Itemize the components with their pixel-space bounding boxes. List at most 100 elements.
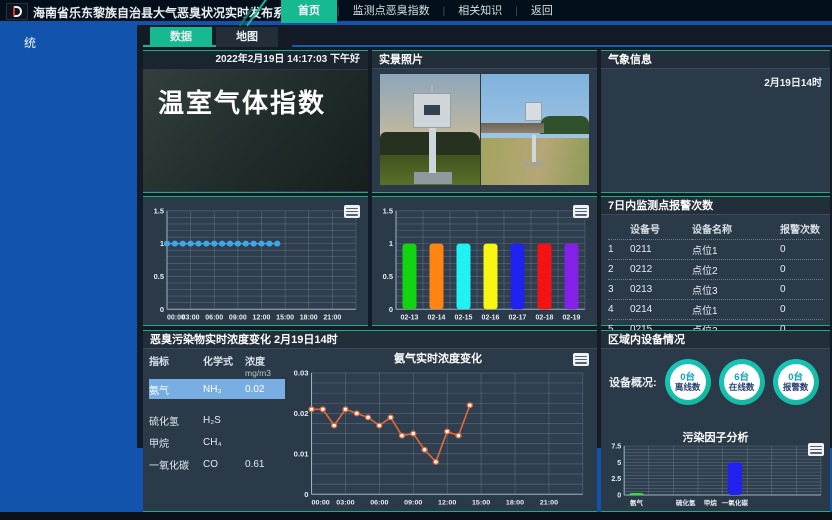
svg-text:一氧化碳: 一氧化碳	[722, 498, 749, 506]
nh3-trend-line-chart: 00.010.020.0300:0003:0006:0009:0012:0015…	[285, 368, 591, 507]
svg-text:0: 0	[617, 492, 621, 499]
col-alarm-count: 报警次数	[780, 219, 823, 240]
tab-data[interactable]: 数据	[150, 27, 212, 47]
weather-panel: 气象信息 2月19日14时	[601, 50, 830, 193]
col-indicator: 指标	[149, 353, 203, 368]
svg-text:5: 5	[617, 460, 621, 467]
top-bar: 海南省乐东黎族自治县大气恶臭状况实时发布系 首页 | 监测点恶臭指数 | 相关知…	[0, 0, 832, 23]
svg-text:2.5: 2.5	[611, 476, 621, 483]
svg-text:06:00: 06:00	[205, 315, 223, 322]
svg-text:甲烷: 甲烷	[704, 498, 718, 506]
chart-menu-icon[interactable]	[344, 205, 360, 218]
svg-text:03:00: 03:00	[336, 500, 354, 507]
svg-text:02-18: 02-18	[536, 315, 554, 322]
svg-text:18:00: 18:00	[300, 315, 318, 322]
logo-glyph-icon	[13, 6, 22, 17]
chart-menu-icon[interactable]	[808, 443, 824, 456]
alarm-table-header: 设备号 设备名称 报警次数	[608, 219, 823, 240]
col-device-name: 设备名称	[692, 219, 780, 240]
station-photo-dusk	[380, 74, 480, 185]
nav-item-odor-index[interactable]: 监测点恶臭指数	[340, 0, 443, 23]
svg-text:0: 0	[389, 305, 393, 314]
nav-item-back[interactable]: 返回	[518, 0, 566, 23]
nav-item-knowledge[interactable]: 相关知识	[445, 0, 515, 23]
svg-text:02-13: 02-13	[401, 315, 419, 322]
svg-text:0: 0	[304, 490, 308, 499]
pollution-factor-bar-chart: 02.557.5氨气硫化氢甲烷一氧化碳	[604, 442, 827, 506]
svg-text:02-19: 02-19	[563, 315, 581, 322]
svg-text:15:00: 15:00	[276, 315, 294, 322]
sidebar-title-overflow: 统	[0, 25, 137, 51]
bottom-edge	[0, 512, 832, 520]
alarm-panel-title: 7日内监测点报警次数	[601, 197, 830, 215]
daily-index-bar-chart: 00.511.502-1302-1402-1502-1602-1702-1802…	[376, 201, 593, 323]
photos-panel-title: 实景照片	[372, 51, 597, 69]
svg-text:1: 1	[160, 239, 164, 248]
greenhouse-index-headline: 温室气体指数	[143, 70, 368, 120]
svg-text:0.01: 0.01	[294, 450, 309, 459]
tab-map[interactable]: 地图	[216, 27, 278, 47]
weather-timestamp: 2月19日14时	[764, 74, 822, 89]
pollutant-row[interactable]: 硫化氢H₂S	[149, 409, 285, 431]
svg-text:21:00: 21:00	[323, 315, 341, 322]
svg-text:12:00: 12:00	[253, 315, 271, 322]
dashboard-root: 海南省乐东黎族自治县大气恶臭状况实时发布系 首页 | 监测点恶臭指数 | 相关知…	[0, 0, 832, 520]
datetime-greeting: 2022年2月19日 14:17:03 下午好	[143, 51, 368, 69]
pollutant-panel: 恶臭污染物实时浓度变化 2月19日14时 指标 化学式 浓度 mg/m3 氨气N…	[143, 330, 597, 512]
pollutant-panel-title: 恶臭污染物实时浓度变化 2月19日14时	[143, 331, 597, 349]
svg-text:03:00: 03:00	[182, 315, 200, 322]
svg-text:21:00: 21:00	[540, 500, 558, 507]
photos-panel: 实景照片	[372, 50, 597, 193]
unit-label: mg/m3	[245, 368, 285, 378]
col-formula: 化学式	[203, 353, 245, 368]
svg-text:02-15: 02-15	[455, 315, 473, 322]
svg-text:0: 0	[160, 305, 164, 314]
greeting-body: 温室气体指数	[143, 70, 368, 191]
daily-index-panel: 00.511.502-1302-1402-1502-1602-1702-1802…	[372, 196, 597, 326]
svg-text:00:00: 00:00	[312, 500, 330, 507]
svg-text:1.5: 1.5	[154, 206, 164, 215]
svg-text:09:00: 09:00	[404, 500, 422, 507]
pollutant-table: 指标 化学式 浓度 mg/m3 氨气NH₃0.02 硫化氢H₂S甲烷CH₄一氧化碳…	[149, 353, 285, 475]
chart-menu-icon[interactable]	[573, 205, 589, 218]
col-concentration: 浓度 mg/m3	[245, 353, 285, 378]
svg-text:硫化氢: 硫化氢	[676, 498, 696, 506]
svg-text:15:00: 15:00	[472, 500, 490, 507]
alarm-table-row: 10211点位10	[608, 240, 823, 260]
decorative-divider	[292, 45, 832, 47]
alarm-count-panel: 7日内监测点报警次数 设备号 设备名称 报警次数 10211点位1020212点…	[601, 196, 830, 326]
devices-panel-title: 区域内设备情况	[601, 331, 830, 349]
greeting-panel: 2022年2月19日 14:17:03 下午好 温室气体指数	[143, 50, 368, 193]
svg-text:12:00: 12:00	[438, 500, 456, 507]
svg-text:02-16: 02-16	[482, 315, 500, 322]
device-overview: 设备概况: 0台 离线数 6台 在线数 0台 报警数	[607, 359, 826, 405]
alarm-table-row: 20212点位20	[608, 260, 823, 280]
station-photo-field	[481, 74, 589, 185]
main-nav: 首页 | 监测点恶臭指数 | 相关知识 | 返回	[281, 0, 566, 23]
svg-text:0.5: 0.5	[154, 272, 164, 281]
app-logo	[6, 3, 28, 20]
tab-bar: 数据 地图	[150, 27, 278, 47]
greenhouse-index-line-chart: 00.511.500:0003:0006:0009:0012:0015:0018…	[147, 201, 364, 323]
nh3-chart-title: 氨气实时浓度变化	[285, 351, 591, 367]
pollutant-row[interactable]: 氨气NH₃0.02	[149, 379, 285, 399]
pollutant-table-header: 指标 化学式 浓度 mg/m3	[149, 353, 285, 377]
index-trend-panel: 00.511.500:0003:0006:0009:0012:0015:0018…	[143, 196, 368, 326]
sidebar: 统	[0, 25, 137, 520]
alarm-count-badge: 0台 报警数	[773, 359, 819, 405]
svg-text:06:00: 06:00	[370, 500, 388, 507]
svg-text:02-14: 02-14	[428, 315, 446, 322]
weather-panel-title: 气象信息	[601, 51, 830, 69]
pollutant-row[interactable]: 甲烷CH₄	[149, 431, 285, 453]
devices-panel: 区域内设备情况 设备概况: 0台 离线数 6台 在线数 0台 报警数	[601, 330, 830, 512]
svg-text:0.5: 0.5	[383, 272, 393, 281]
col-device-id: 设备号	[630, 219, 692, 240]
svg-text:氨气: 氨气	[630, 498, 644, 506]
chart-menu-icon[interactable]	[573, 353, 589, 366]
svg-text:0.02: 0.02	[294, 409, 309, 418]
svg-text:02-17: 02-17	[509, 315, 527, 322]
alarm-table-row: 40214点位10	[608, 300, 823, 320]
offline-count-badge: 0台 离线数	[665, 359, 711, 405]
pollutant-row[interactable]: 一氧化碳CO0.61	[149, 453, 285, 475]
nav-item-home[interactable]: 首页	[281, 0, 337, 23]
